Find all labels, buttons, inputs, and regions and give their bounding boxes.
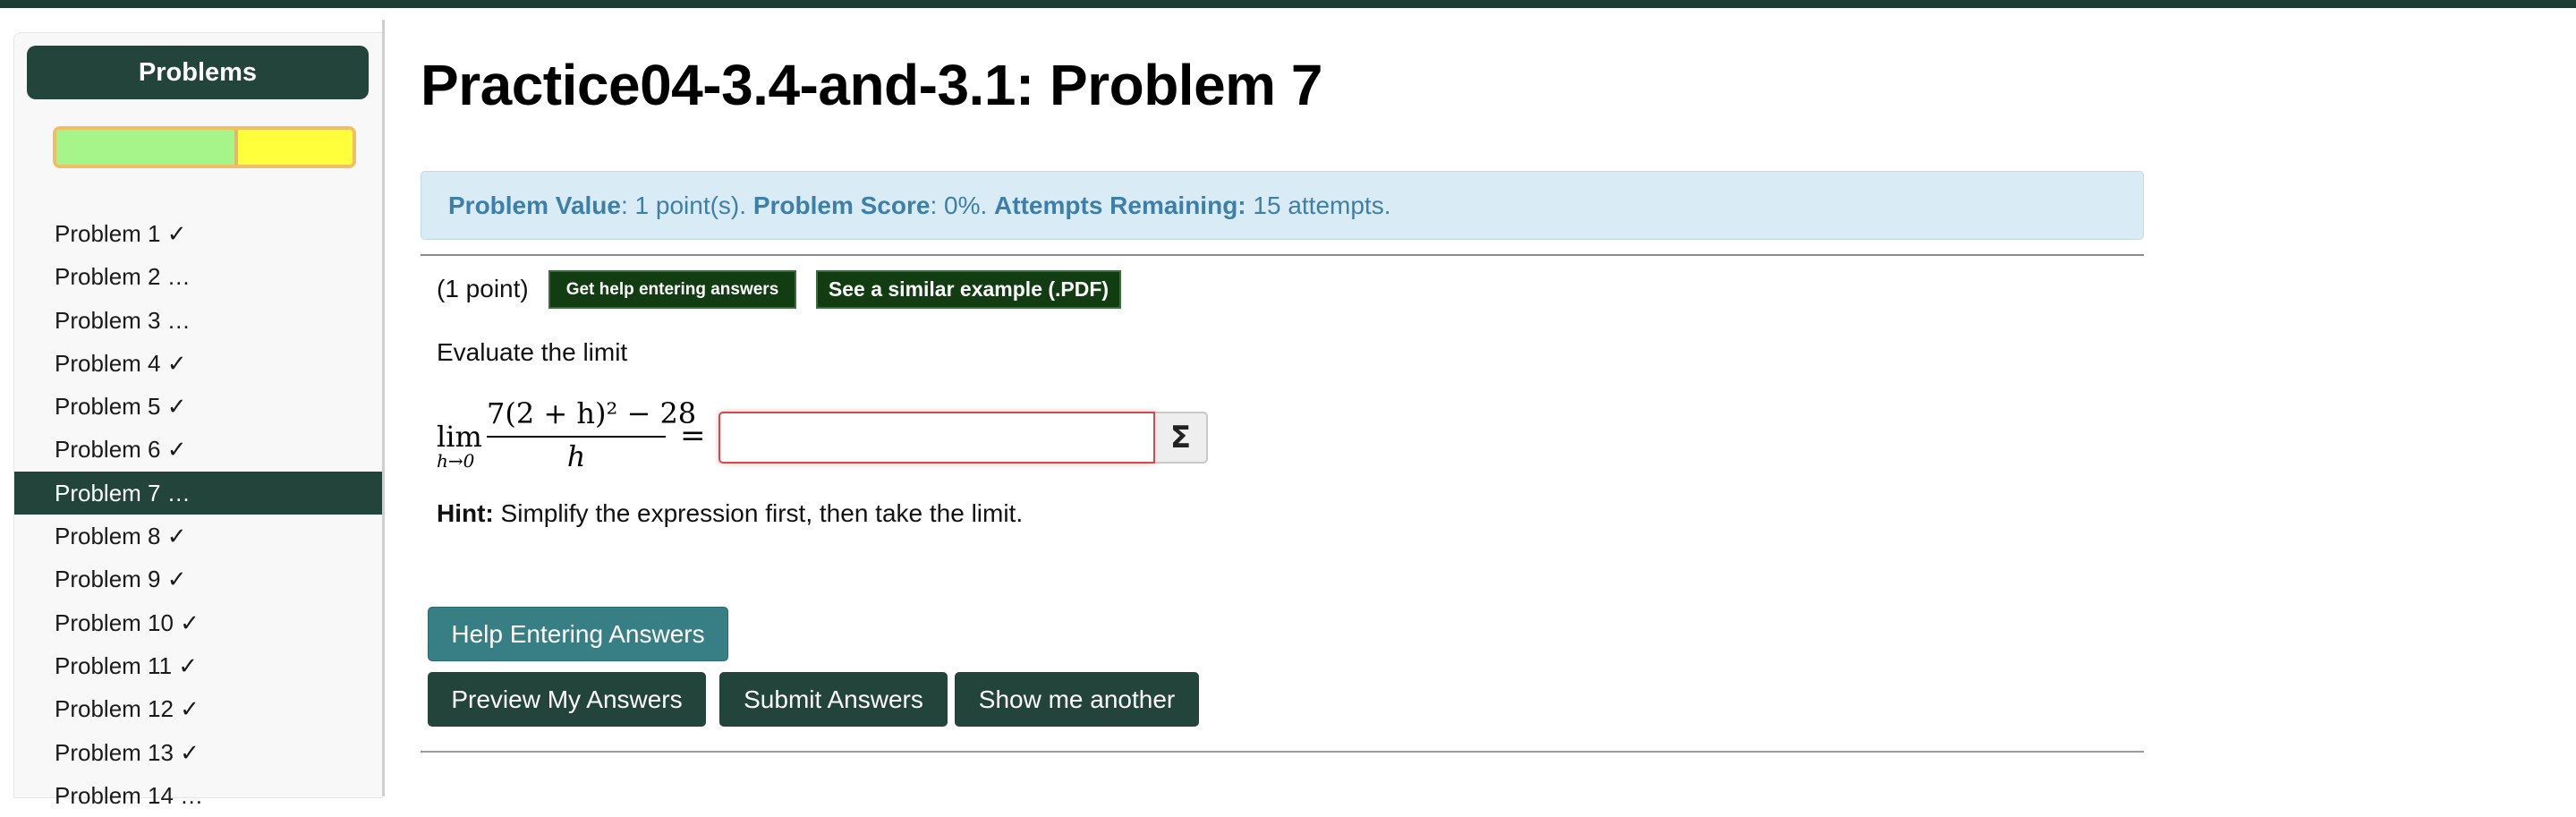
sidebar-problem-item[interactable]: Problem 2 … <box>14 255 383 298</box>
sidebar-problem-item[interactable]: Problem 7 … <box>14 471 383 515</box>
problem-score-text: : 0%. <box>930 191 995 219</box>
sidebar-problem-item[interactable]: Problem 14 … <box>14 774 383 817</box>
sidebar-problem-item[interactable]: Problem 11 ✓ <box>14 644 383 687</box>
problem-score-label: Problem Score <box>752 191 931 219</box>
problems-button[interactable]: Problems <box>27 46 369 99</box>
progress-completed <box>56 130 239 165</box>
problem-instruction: Evaluate the limit <box>437 338 628 366</box>
attempts-remaining-label: Attempts Remaining: <box>994 191 1246 219</box>
divider-bottom <box>421 751 2144 753</box>
fraction-numerator: 7(2 + h)² − 28 <box>487 396 696 438</box>
get-help-entering-answers-link[interactable]: Get help entering answers <box>548 270 796 309</box>
problem-value-text: : 1 point(s). <box>620 191 753 219</box>
progress-current <box>238 130 353 165</box>
see-similar-example-link[interactable]: See a similar example (.PDF) <box>816 270 1121 309</box>
equation-editor-sigma-button[interactable]: Σ <box>1155 412 1208 464</box>
sidebar-divider <box>382 20 385 796</box>
sidebar-problem-item[interactable]: Problem 8 ✓ <box>14 515 383 557</box>
sidebar-problem-item[interactable]: Problem 12 ✓ <box>14 687 383 730</box>
hint-text: Simplify the expression first, then take… <box>493 499 1024 527</box>
problem-value-label: Problem Value <box>448 191 621 219</box>
sidebar-problem-item[interactable]: Problem 13 ✓ <box>14 731 383 774</box>
attempts-remaining-text: 15 attempts. <box>1245 191 1391 219</box>
top-bar <box>0 0 2576 8</box>
divider-top <box>421 254 2144 256</box>
lim-subscript: h→0 <box>437 450 475 472</box>
progress-bar <box>53 126 356 168</box>
sidebar-problem-item[interactable]: Problem 10 ✓ <box>14 601 383 644</box>
submit-answers-button[interactable]: Submit Answers <box>719 672 948 727</box>
show-me-another-button[interactable]: Show me another <box>955 672 1199 727</box>
sidebar-problem-item[interactable]: Problem 6 ✓ <box>14 428 383 471</box>
help-entering-answers-button[interactable]: Help Entering Answers <box>428 607 728 661</box>
answer-input[interactable] <box>718 412 1155 464</box>
sidebar-problem-item[interactable]: Problem 4 ✓ <box>14 342 383 385</box>
sidebar-problem-item[interactable]: Problem 5 ✓ <box>14 385 383 428</box>
hint-label: Hint: <box>437 499 494 527</box>
problem-info-box: Problem Value: 1 point(s). Problem Score… <box>421 171 2144 240</box>
sidebar-problem-item[interactable]: Problem 9 ✓ <box>14 557 383 600</box>
problem-list: Problem 1 ✓ Problem 2 … Problem 3 … Problem… <box>14 212 383 817</box>
equals-sign: = <box>680 418 706 454</box>
point-value: (1 point) <box>437 275 529 302</box>
preview-answers-button[interactable]: Preview My Answers <box>428 672 706 727</box>
lim-operator: lim <box>437 420 482 454</box>
sidebar-problem-item[interactable]: Problem 3 … <box>14 299 383 342</box>
problem-sidebar: Problems Problem 1 ✓ Problem 2 … Problem 3… <box>13 32 383 809</box>
fraction: 7(2 + h)² − 28 h <box>487 396 696 473</box>
sidebar-problem-item[interactable]: Problem 1 ✓ <box>14 212 383 255</box>
page-title: Practice04-3.4-and-3.1: Problem 7 <box>421 53 1322 117</box>
hint: Hint: Simplify the expression first, the… <box>437 499 1023 528</box>
fraction-denominator: h <box>566 439 586 473</box>
